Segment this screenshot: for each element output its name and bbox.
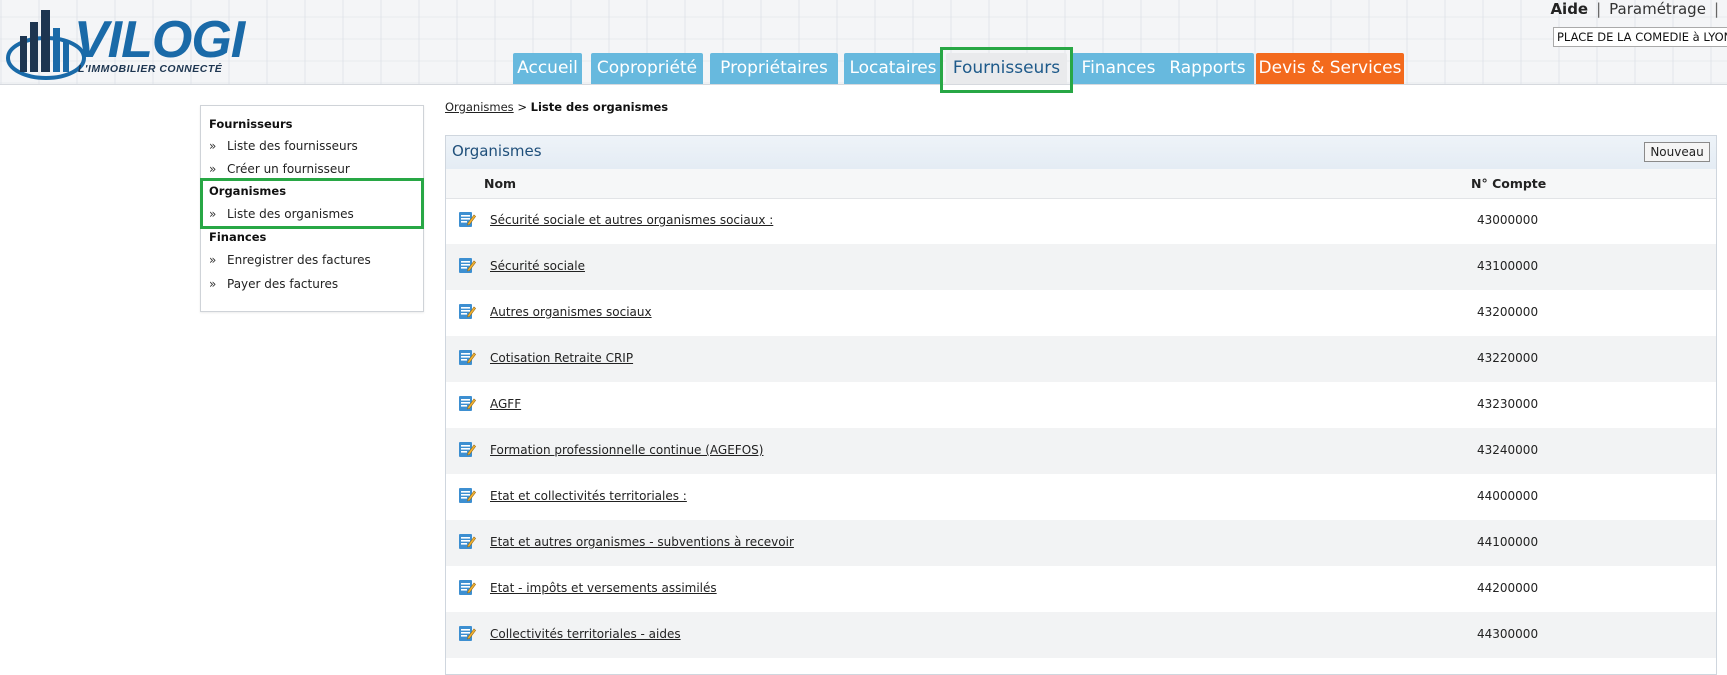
- tab-locataires[interactable]: Locataires: [844, 53, 942, 84]
- tab-devis-services[interactable]: Devis & Services: [1256, 53, 1404, 84]
- organisme-name-link[interactable]: AGFF: [490, 397, 521, 411]
- organisme-account: 44200000: [1477, 581, 1539, 595]
- table-row: Sécurité sociale et autres organismes so…: [446, 198, 1716, 244]
- organisme-account: 43000000: [1477, 213, 1539, 227]
- panel-title: Organismes: [452, 142, 542, 160]
- parametrage-link[interactable]: Paramétrage: [1609, 0, 1706, 18]
- organisme-name-link[interactable]: Etat et collectivités territoriales :: [490, 489, 687, 503]
- organisme-name-link[interactable]: Sécurité sociale et autres organismes so…: [490, 213, 773, 227]
- aide-link[interactable]: Aide: [1550, 0, 1588, 18]
- top-links-separator: |: [1596, 0, 1602, 18]
- tab-accueil[interactable]: Accueil: [513, 53, 582, 84]
- top-links-separator: |: [1713, 0, 1719, 18]
- edit-note-icon[interactable]: [458, 256, 476, 274]
- edit-note-icon[interactable]: [458, 440, 476, 458]
- active-tab-highlight: [940, 47, 1073, 93]
- organisme-account: 43100000: [1477, 259, 1539, 273]
- organisme-account: 44100000: [1477, 535, 1539, 549]
- table-row: Cotisation Retraite CRIP 43220000: [446, 336, 1716, 382]
- nouveau-button[interactable]: Nouveau: [1644, 142, 1710, 162]
- edit-note-icon[interactable]: [458, 624, 476, 642]
- sidebar-item-enregistrer-factures[interactable]: » Enregistrer des factures: [209, 253, 371, 267]
- breadcrumb-link-organismes[interactable]: Organismes: [445, 100, 514, 114]
- building-select[interactable]: PLACE DE LA COMEDIE à LYON: [1553, 27, 1727, 47]
- breadcrumb-current: Liste des organismes: [530, 100, 669, 114]
- organisme-account: 43240000: [1477, 443, 1539, 457]
- vilogi-logo[interactable]: VILOGI L'IMMOBILIER CONNECTÉ: [6, 6, 276, 82]
- organisme-name-link[interactable]: Cotisation Retraite CRIP: [490, 351, 633, 365]
- sidebar-item-label: Liste des fournisseurs: [227, 139, 358, 153]
- organisme-name-link[interactable]: Formation professionnelle continue (AGEF…: [490, 443, 763, 457]
- sidebar-item-label: Créer un fournisseur: [227, 162, 350, 176]
- sidebar-item-creer-fournisseur[interactable]: » Créer un fournisseur: [209, 162, 350, 176]
- app-header: VILOGI L'IMMOBILIER CONNECTÉ Aide | Paramé…: [0, 0, 1727, 85]
- organisme-name-link[interactable]: Etat et autres organismes - subventions …: [490, 535, 794, 549]
- edit-note-icon[interactable]: [458, 578, 476, 596]
- edit-note-icon[interactable]: [458, 532, 476, 550]
- table-row: AGFF 43230000: [446, 382, 1716, 428]
- organisme-account: 43200000: [1477, 305, 1539, 319]
- logo-wordmark: VILOGI: [74, 11, 245, 69]
- sidebar-item-liste-fournisseurs[interactable]: » Liste des fournisseurs: [209, 139, 358, 153]
- tab-proprietaires[interactable]: Propriétaires: [710, 53, 838, 84]
- table-row: Collectivités territoriales - aides 44300…: [446, 612, 1716, 658]
- table-header: Nom N° Compte: [446, 169, 1716, 199]
- tab-finances[interactable]: Finances: [1072, 53, 1165, 84]
- double-chevron-icon: »: [209, 253, 217, 267]
- organisme-name-link[interactable]: Collectivités territoriales - aides: [490, 627, 681, 641]
- table-row: Etat - impôts et versements assimilés 442…: [446, 566, 1716, 612]
- organisme-name-link[interactable]: Etat - impôts et versements assimilés: [490, 581, 717, 595]
- table-row: Autres organismes sociaux 43200000: [446, 290, 1716, 336]
- organisme-name-link[interactable]: Sécurité sociale: [490, 259, 585, 273]
- edit-note-icon[interactable]: [458, 348, 476, 366]
- double-chevron-icon: »: [209, 277, 217, 291]
- column-header-compte[interactable]: N° Compte: [1471, 176, 1546, 191]
- sidebar-item-label: Enregistrer des factures: [227, 253, 371, 267]
- edit-note-icon[interactable]: [458, 302, 476, 320]
- panel-header: Organismes Nouveau: [446, 136, 1716, 170]
- column-header-nom[interactable]: Nom: [484, 176, 516, 191]
- organisme-account: 43220000: [1477, 351, 1539, 365]
- organisme-account: 43230000: [1477, 397, 1539, 411]
- top-links: Aide | Paramétrage |: [1550, 0, 1727, 18]
- sidebar-section-finances: Finances: [209, 230, 267, 244]
- sidebar-organismes-highlight: [200, 178, 424, 229]
- organisme-account: 44300000: [1477, 627, 1539, 641]
- table-row: Etat et collectivités territoriales : 440…: [446, 474, 1716, 520]
- sidebar-item-label: Payer des factures: [227, 277, 339, 291]
- edit-note-icon[interactable]: [458, 486, 476, 504]
- double-chevron-icon: »: [209, 139, 217, 153]
- edit-note-icon[interactable]: [458, 210, 476, 228]
- table-row: Sécurité sociale 43100000: [446, 244, 1716, 290]
- double-chevron-icon: »: [209, 162, 217, 176]
- breadcrumb-separator: >: [517, 100, 527, 114]
- sidebar-item-payer-factures[interactable]: » Payer des factures: [209, 277, 338, 291]
- tab-copropriete[interactable]: Copropriété: [591, 53, 703, 84]
- breadcrumb: Organismes > Liste des organismes: [445, 100, 668, 114]
- table-row: Etat et autres organismes - subventions …: [446, 520, 1716, 566]
- tab-rapports[interactable]: Rapports: [1161, 53, 1254, 84]
- organisme-account: 44000000: [1477, 489, 1539, 503]
- table-row: Formation professionnelle continue (AGEF…: [446, 428, 1716, 474]
- logo-tagline: L'IMMOBILIER CONNECTÉ: [78, 63, 223, 75]
- organismes-panel: Organismes Nouveau Nom N° Compte Sécurit…: [445, 135, 1717, 675]
- sidebar-section-fournisseurs: Fournisseurs: [209, 117, 293, 131]
- edit-note-icon[interactable]: [458, 394, 476, 412]
- organisme-name-link[interactable]: Autres organismes sociaux: [490, 305, 652, 319]
